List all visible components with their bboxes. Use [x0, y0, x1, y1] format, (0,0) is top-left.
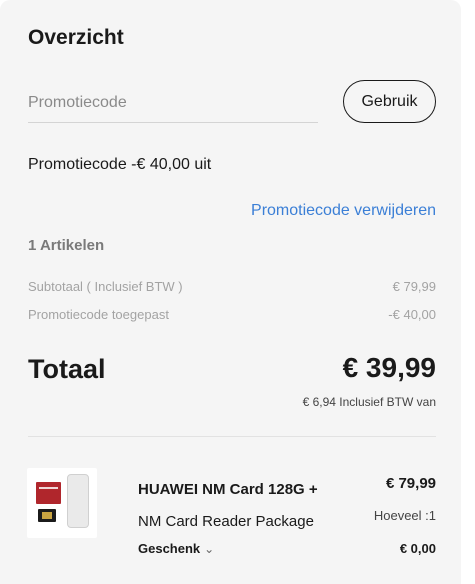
promo-applied-label: Promotiecode toegepast	[28, 307, 169, 322]
product-image[interactable]	[27, 468, 97, 538]
remove-promo-link[interactable]: Promotiecode verwijderen	[251, 202, 436, 220]
apply-promo-button[interactable]: Gebruik	[343, 80, 436, 123]
chip-graphic	[38, 509, 56, 522]
subtotal-value: € 79,99	[392, 279, 436, 294]
total-value: € 39,99	[342, 352, 436, 383]
summary-title: Overzicht	[28, 26, 124, 49]
card-reader-graphic	[67, 474, 89, 528]
product-name-line1: HUAWEI NM Card 128G +	[138, 481, 318, 498]
gift-price: € 0,00	[399, 541, 436, 556]
chevron-down-icon: ⌄	[204, 542, 215, 556]
promo-applied-row: Promotiecode toegepast -€ 40,00	[28, 307, 436, 322]
order-summary-panel: Overzicht Gebruik Promotiecode -€ 40,00 …	[0, 0, 461, 584]
gift-label: Geschenk	[138, 541, 201, 556]
vat-note: € 6,94 Inclusief BTW van	[302, 395, 436, 409]
item-count: 1 Artikelen	[28, 237, 105, 254]
divider	[28, 436, 436, 437]
applied-promo-text: Promotiecode -€ 40,00 uit	[28, 156, 212, 173]
subtotal-label: Subtotaal ( Inclusief BTW )	[28, 279, 183, 294]
total-label: Totaal	[28, 354, 106, 384]
nm-card-graphic	[36, 482, 61, 504]
subtotal-row: Subtotaal ( Inclusief BTW ) € 79,99	[28, 279, 436, 294]
product-quantity: Hoeveel :1	[373, 508, 436, 523]
gift-toggle[interactable]: Geschenk ⌄	[138, 541, 214, 556]
promo-code-input[interactable]	[28, 84, 318, 123]
promo-applied-value: -€ 40,00	[388, 307, 436, 322]
product-price: € 79,99	[385, 475, 436, 492]
product-name-line2: NM Card Reader Package	[138, 513, 314, 530]
product-name[interactable]: HUAWEI NM Card 128G + NM Card Reader Pac…	[138, 474, 348, 538]
